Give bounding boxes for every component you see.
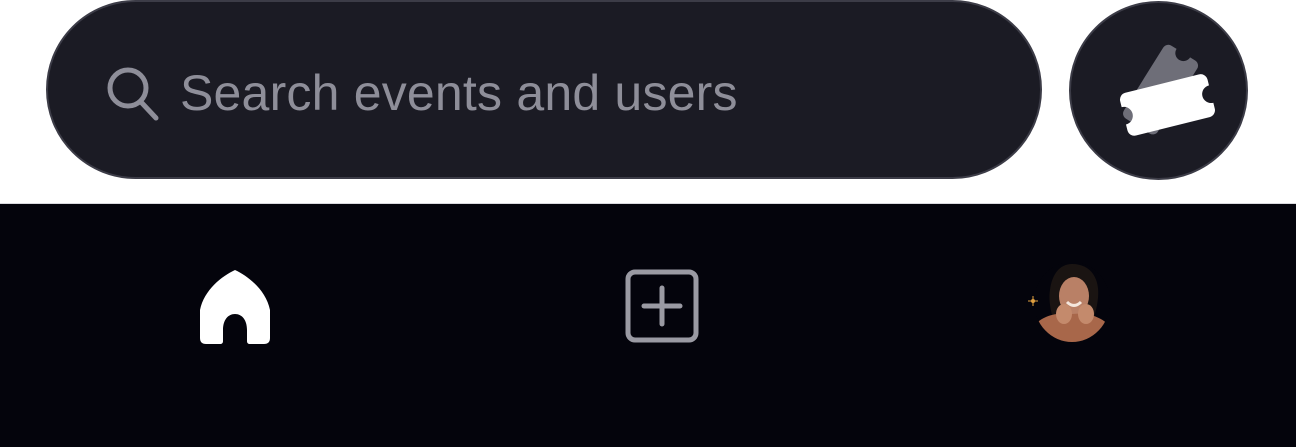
avatar xyxy=(1034,262,1110,342)
bottom-nav xyxy=(0,204,1296,447)
nav-profile-button[interactable] xyxy=(1028,262,1110,344)
tickets-button[interactable] xyxy=(1069,1,1248,180)
plus-square-icon xyxy=(625,269,699,343)
ticket-icon xyxy=(1120,44,1215,136)
home-icon xyxy=(200,270,270,344)
search-bar[interactable]: Search events and users xyxy=(46,0,1042,179)
nav-create-button[interactable] xyxy=(624,268,700,344)
nav-home-button[interactable] xyxy=(196,268,274,346)
header-area: Search events and users xyxy=(0,0,1296,203)
search-icon xyxy=(106,66,160,122)
sparkle-icon xyxy=(1028,296,1038,306)
search-input[interactable]: Search events and users xyxy=(180,64,738,122)
